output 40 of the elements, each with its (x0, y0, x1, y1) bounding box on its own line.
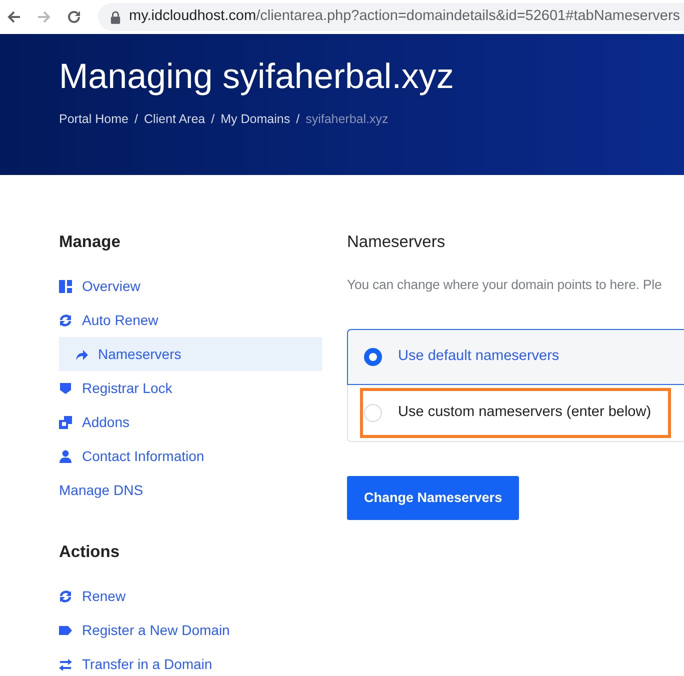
url-text: my.idcloudhost.com/clientarea.php?action=domaindetails&id=52601#tabNameservers (129, 7, 680, 26)
lock-icon (110, 10, 121, 24)
grid-icon (59, 280, 72, 292)
sidebar-heading: Actions (59, 543, 121, 563)
breadcrumb-link[interactable]: Client Area (144, 110, 206, 129)
breadcrumb-separator: / (296, 111, 300, 128)
sidebar-link[interactable]: Overview (59, 269, 322, 303)
sidebar-heading: Manage (59, 233, 122, 253)
sync-icon (59, 314, 72, 326)
change-nameservers-button[interactable]: Change Nameservers (347, 476, 520, 520)
page-title: Managing syifaherbal.xyz (59, 56, 455, 98)
radio-option[interactable]: Use default nameservers (347, 328, 684, 385)
sidebar-link[interactable]: Auto Renew (59, 303, 322, 337)
breadcrumb-link[interactable]: Portal Home (59, 110, 128, 129)
sidebar-link[interactable]: Manage DNS (59, 473, 322, 507)
sidebar-link[interactable]: Register a New Domain (59, 613, 322, 647)
breadcrumb-current: syifaherbal.xyz (306, 111, 388, 128)
sync-icon (59, 590, 72, 602)
swap-arrows-icon (59, 658, 72, 670)
sidebar-link[interactable]: Renew (59, 579, 322, 613)
description-text: You can change where your domain points to here. Ple (347, 276, 663, 294)
breadcrumb-link[interactable]: My Domains (220, 110, 290, 129)
user-icon (59, 450, 72, 462)
sidebar-link[interactable]: Registrar Lock (59, 371, 322, 405)
section-title: Nameservers (347, 233, 446, 253)
radio-option[interactable]: Use custom nameservers (enter below) (357, 384, 674, 441)
shield-icon (59, 382, 72, 394)
stacked-squares-icon (59, 416, 72, 428)
sidebar-link[interactable]: Transfer in a Domain (59, 647, 322, 676)
back-arrow-icon[interactable] (6, 9, 22, 25)
radio-button[interactable] (364, 348, 382, 366)
tag-icon (59, 624, 72, 636)
breadcrumb-separator: / (211, 111, 215, 128)
sidebar-link[interactable]: Addons (59, 405, 322, 439)
address-bar[interactable]: my.idcloudhost.com/clientarea.php?action=domaindetails&id=52601#tabNameservers (98, 3, 684, 31)
sidebar-link[interactable]: Contact Information (59, 439, 322, 473)
sidebar-link[interactable]: Nameservers (59, 337, 322, 371)
reload-icon[interactable] (66, 9, 82, 25)
breadcrumb-separator: / (134, 111, 138, 128)
curved-arrow-icon (75, 348, 88, 360)
